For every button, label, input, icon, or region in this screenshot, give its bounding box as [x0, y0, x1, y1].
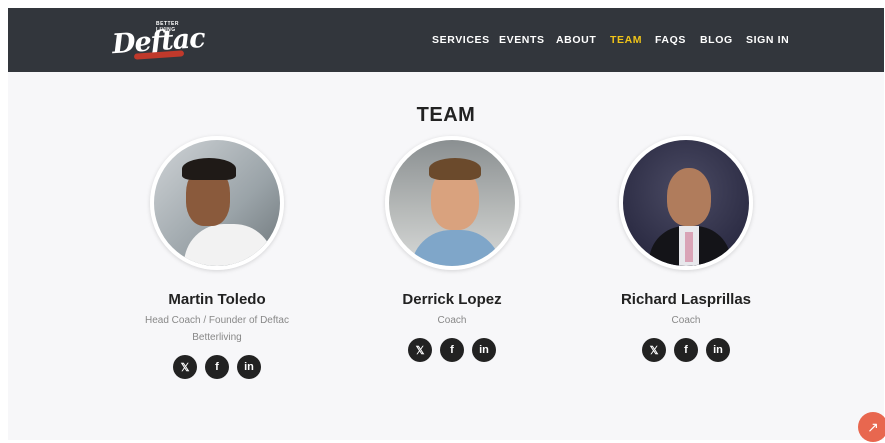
member-name: Martin Toledo	[168, 291, 266, 308]
nav-link-events[interactable]: EVENTS	[499, 34, 545, 46]
top-navbar: BETTER LIVING Deftac SERVICES EVENTS ABO…	[8, 8, 884, 72]
nav-link-faqs[interactable]: FAQS	[655, 34, 686, 46]
site-logo[interactable]: BETTER LIVING Deftac	[108, 18, 206, 64]
nav-link-blog[interactable]: BLOG	[700, 34, 733, 46]
member-role: Coach	[352, 312, 552, 329]
nav-link-team[interactable]: TEAM	[610, 34, 642, 46]
member-socials: 𝕏 f in	[352, 338, 552, 362]
linkedin-icon[interactable]: in	[472, 338, 496, 362]
linkedin-icon[interactable]: in	[706, 338, 730, 362]
member-role: Coach	[586, 312, 786, 329]
member-photo	[619, 136, 753, 270]
member-role-line: Coach	[671, 315, 701, 326]
member-role: Head Coach / Founder of Deftac Betterliv…	[117, 312, 317, 346]
page-frame: BETTER LIVING Deftac SERVICES EVENTS ABO…	[8, 8, 884, 440]
nav-link-sign-in[interactable]: SIGN IN	[746, 34, 789, 46]
facebook-icon[interactable]: f	[440, 338, 464, 362]
scroll-top-button[interactable]: ↗	[858, 412, 885, 442]
nav-link-about[interactable]: ABOUT	[556, 34, 596, 46]
arrow-icon: ↗	[867, 418, 879, 435]
facebook-icon[interactable]: f	[205, 355, 229, 379]
member-name: Richard Lasprillas	[620, 291, 752, 308]
team-member-card: Richard Lasprillas Coach 𝕏 f in	[586, 136, 786, 362]
member-name: Derrick Lopez	[402, 291, 502, 308]
member-photo	[150, 136, 284, 270]
team-member-card: Martin Toledo Head Coach / Founder of De…	[117, 136, 317, 379]
member-photo	[385, 136, 519, 270]
member-role-line: Head Coach / Founder of Deftac	[145, 315, 289, 326]
linkedin-icon[interactable]: in	[237, 355, 261, 379]
facebook-icon[interactable]: f	[674, 338, 698, 362]
twitter-icon[interactable]: 𝕏	[173, 355, 197, 379]
member-socials: 𝕏 f in	[117, 355, 317, 379]
member-role-line: Coach	[437, 315, 467, 326]
twitter-icon[interactable]: 𝕏	[408, 338, 432, 362]
team-section-title: TEAM	[416, 104, 476, 126]
twitter-icon[interactable]: 𝕏	[642, 338, 666, 362]
nav-link-services[interactable]: SERVICES	[432, 34, 490, 46]
team-member-card: Derrick Lopez Coach 𝕏 f in	[352, 136, 552, 362]
member-socials: 𝕏 f in	[586, 338, 786, 362]
member-role-line: Betterliving	[192, 332, 242, 343]
